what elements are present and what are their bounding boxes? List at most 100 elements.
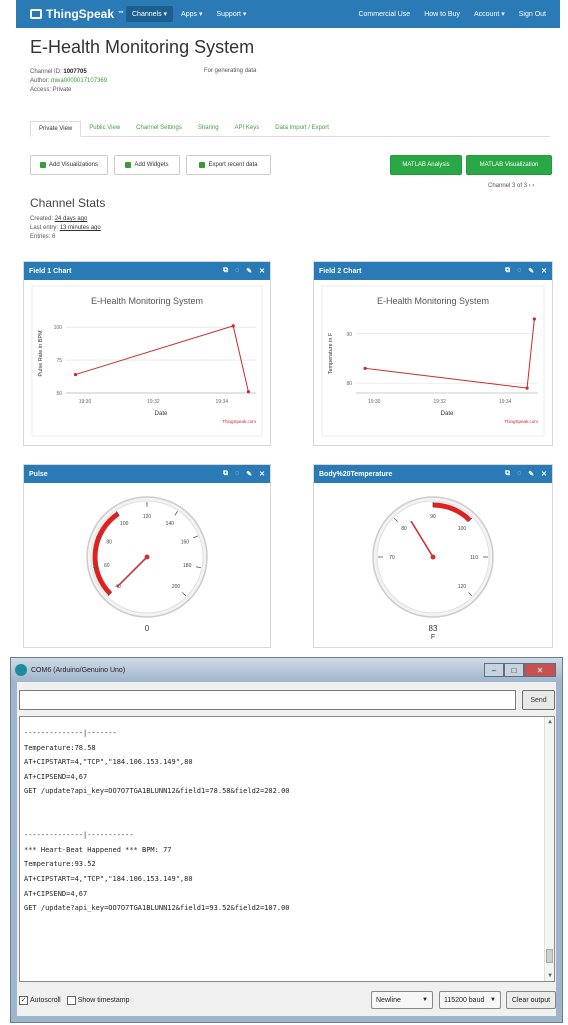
baud-rate-select[interactable]: 115200 baud ▼ (439, 991, 501, 1009)
gauge-tick-label: 120 (143, 514, 152, 520)
edit-icon[interactable]: ✎ (528, 470, 534, 478)
matlab-analysis-button[interactable]: MATLAB Analysis (390, 155, 462, 175)
serial-output[interactable]: ▲ ▼ --------------|------- Temperature:78… (19, 716, 555, 982)
gauge-tick-label: 90 (430, 514, 436, 520)
tab-private-view[interactable]: Private View (30, 121, 82, 137)
plus-icon (40, 162, 47, 168)
tab-channel-settings[interactable]: Channel Settings (128, 121, 190, 136)
x-axis-label: Date (155, 411, 168, 417)
nav-support[interactable]: Support ▾ (210, 6, 252, 22)
data-point (363, 366, 367, 370)
top-navbar: ThingSpeak ™ Channels ▾ Apps ▾ Support ▾ … (16, 0, 560, 28)
y-tick-label: 90 (346, 332, 352, 338)
channel-info: Channel ID: 1007705 Author: mwa000001710… (30, 69, 108, 93)
add-visualizations-button[interactable]: Add Visualizations (30, 155, 108, 175)
matlab-visualization-button[interactable]: MATLAB Visualization (466, 155, 552, 175)
last-entry-value: 13 minutes ago (59, 225, 101, 231)
window-title: COM6 (Arduino/Genuino Uno) (31, 666, 126, 674)
chart-credit: ThingSpeak.com (222, 419, 256, 424)
comment-icon[interactable]: ◌ (517, 267, 521, 275)
clear-output-button[interactable]: Clear output (506, 991, 556, 1009)
serial-line: GET /update?api_key=OO7O7TGA1BLUNN12&fie… (24, 787, 290, 796)
data-point (525, 386, 529, 390)
comment-icon[interactable]: ◌ (235, 267, 239, 275)
chart-frame (321, 285, 545, 437)
external-link-icon[interactable]: ⧉ (223, 470, 228, 478)
close-icon[interactable]: ✕ (524, 663, 556, 677)
serial-line: Temperature:93.52 (24, 860, 96, 869)
export-recent-data-button[interactable]: Export recent data (186, 155, 271, 175)
x-tick-label: 19:30 (368, 399, 381, 405)
show-timestamp-checkbox[interactable] (66, 995, 76, 1005)
send-button[interactable]: Send (522, 690, 555, 710)
chart-credit: ThingSpeak.com (504, 419, 538, 424)
gauge-tick-label: 80 (106, 539, 112, 545)
scroll-down-icon[interactable]: ▼ (545, 971, 555, 981)
gauge-tick-label: 60 (104, 563, 110, 569)
edit-icon[interactable]: ✎ (246, 470, 252, 478)
close-icon[interactable]: ✕ (259, 470, 265, 478)
maximize-icon[interactable]: □ (504, 663, 524, 677)
tab-sharing[interactable]: Sharing (190, 121, 227, 136)
nav-channels[interactable]: Channels ▾ (126, 6, 174, 22)
created-value: 24 days ago (54, 216, 88, 222)
gauge-hub (144, 554, 150, 560)
gauge-tick-label: 200 (172, 584, 181, 590)
plus-icon (125, 162, 132, 168)
gauge-tick-label: 70 (389, 555, 395, 561)
y-tick-label: 80 (346, 381, 352, 387)
gauge-tick-label: 80 (401, 526, 407, 532)
channel-pager[interactable]: Channel 3 of 3 ‹ › (488, 183, 534, 189)
comment-icon[interactable]: ◌ (235, 470, 239, 478)
scrollbar[interactable]: ▲ ▼ (544, 717, 554, 981)
panel-title: Body%20Temperature (319, 470, 393, 478)
external-link-icon[interactable]: ⧉ (223, 267, 228, 275)
data-point (532, 317, 536, 321)
nav-sign-out[interactable]: Sign Out (513, 7, 552, 22)
gauge-value: 0 (145, 624, 150, 633)
panel-title: Field 1 Chart (29, 267, 72, 275)
minimize-icon[interactable]: – (484, 663, 504, 677)
field1-chart-panel: Field 1 Chart ⧉ ◌ ✎ ✕ E-Health Monitoring S… (23, 261, 271, 446)
window-titlebar: COM6 (Arduino/Genuino Uno) – □ ✕ (11, 658, 562, 682)
temperature-gauge: 70 80 90 100 110 120 83F (372, 496, 494, 641)
add-widgets-button[interactable]: Add Widgets (114, 155, 180, 175)
nav-account[interactable]: Account ▾ (468, 6, 511, 22)
tab-public-view[interactable]: Public View (81, 121, 128, 136)
tab-api-keys[interactable]: API Keys (227, 121, 268, 136)
page-title: E-Health Monitoring System (30, 37, 255, 57)
line-ending-select[interactable]: Newline ▼ (371, 991, 433, 1009)
comment-icon[interactable]: ◌ (517, 470, 521, 478)
tab-data-import-export[interactable]: Data Import / Export (267, 121, 337, 136)
y-tick-label: 100 (54, 325, 63, 331)
serial-input[interactable] (19, 690, 516, 710)
autoscroll-checkbox[interactable]: ✓ (19, 995, 28, 1005)
close-icon[interactable]: ✕ (541, 267, 547, 275)
serial-monitor-window: COM6 (Arduino/Genuino Uno) – □ ✕ Send ▲ … (10, 657, 563, 1023)
data-point (246, 390, 250, 394)
nav-apps[interactable]: Apps ▾ (175, 6, 208, 22)
chart-title: E-Health Monitoring System (377, 296, 489, 306)
close-icon[interactable]: ✕ (259, 267, 265, 275)
edit-icon[interactable]: ✎ (246, 267, 252, 275)
nav-how-to-buy[interactable]: How to Buy (418, 7, 466, 22)
nav-commercial-use[interactable]: Commercial Use (352, 7, 416, 22)
data-point (73, 372, 78, 377)
external-link-icon[interactable]: ⧉ (505, 267, 510, 275)
close-icon[interactable]: ✕ (541, 470, 547, 478)
edit-icon[interactable]: ✎ (528, 267, 534, 275)
pulse-gauge: 4060801001201401601802000 (86, 496, 208, 633)
channel-author[interactable]: mwa0000017107369 (51, 78, 107, 84)
y-axis-label: Temperature in F (328, 332, 334, 374)
chart-title: E-Health Monitoring System (91, 296, 203, 306)
autoscroll-label: Autoscroll (30, 996, 61, 1004)
thingspeak-logo[interactable]: ThingSpeak ™ (16, 7, 126, 21)
data-point (231, 324, 235, 328)
logo-icon (30, 9, 42, 19)
scrollbar-thumb[interactable] (546, 949, 553, 963)
panel-title: Field 2 Chart (319, 267, 362, 275)
gauge-tick-label: 160 (181, 539, 190, 545)
external-link-icon[interactable]: ⧉ (505, 470, 510, 478)
scroll-up-icon[interactable]: ▲ (545, 717, 555, 727)
gauge-tick-label: 180 (183, 563, 192, 569)
